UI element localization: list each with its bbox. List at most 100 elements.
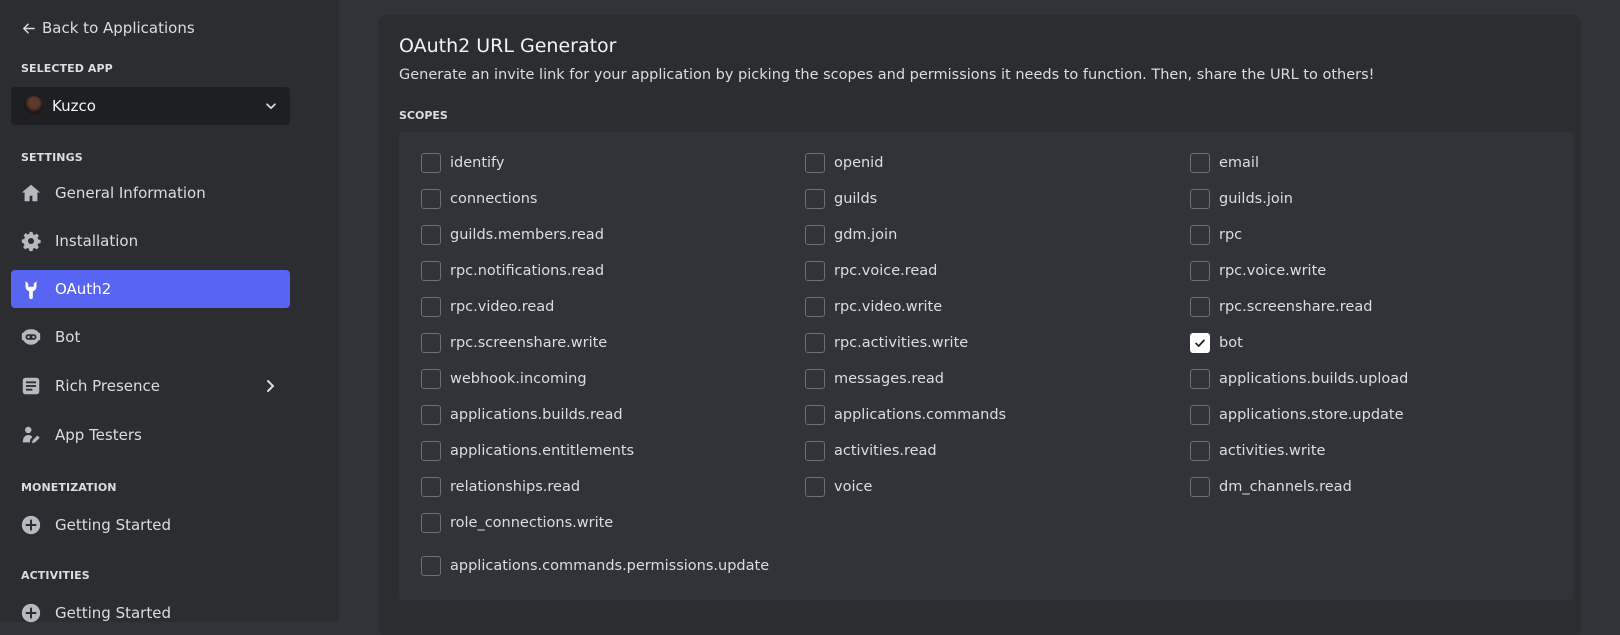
scope-label: applications.builds.read bbox=[450, 407, 623, 423]
sidebar-item-rich-presence[interactable]: Rich Presence bbox=[11, 367, 290, 405]
sidebar-item-app-testers[interactable]: App Testers bbox=[11, 416, 290, 454]
sidebar-item-installation[interactable]: Installation bbox=[11, 222, 290, 260]
scope-checkbox[interactable]: webhook.incoming bbox=[421, 367, 587, 391]
scopes-header: SCOPES bbox=[399, 109, 448, 122]
scope-label: rpc.notifications.read bbox=[450, 263, 605, 279]
checkbox-unchecked[interactable] bbox=[805, 225, 825, 245]
scope-checkbox[interactable]: email bbox=[1190, 151, 1259, 175]
checkbox-unchecked[interactable] bbox=[421, 556, 441, 576]
scope-checkbox[interactable]: applications.commands.permissions.update bbox=[421, 554, 769, 578]
sidebar-item-label: App Testers bbox=[55, 426, 142, 444]
checkbox-unchecked[interactable] bbox=[421, 369, 441, 389]
scope-label: dm_channels.read bbox=[1219, 479, 1352, 495]
scope-label: rpc.activities.write bbox=[834, 335, 969, 351]
checkbox-unchecked[interactable] bbox=[805, 441, 825, 461]
scope-label: bot bbox=[1219, 335, 1243, 351]
activities-header: ACTIVITIES bbox=[21, 569, 90, 582]
checkbox-unchecked[interactable] bbox=[805, 369, 825, 389]
settings-header: SETTINGS bbox=[21, 151, 83, 164]
scope-label: rpc.screenshare.read bbox=[1219, 299, 1373, 315]
scope-checkbox[interactable]: gdm.join bbox=[805, 223, 897, 247]
checkbox-unchecked[interactable] bbox=[805, 477, 825, 497]
scope-checkbox[interactable]: rpc.activities.write bbox=[805, 331, 968, 355]
checkbox-unchecked[interactable] bbox=[1190, 153, 1210, 173]
sidebar-item-activities-getting-started[interactable]: Getting Started bbox=[11, 594, 290, 632]
checkbox-checked[interactable] bbox=[1190, 333, 1210, 353]
scope-checkbox[interactable]: activities.read bbox=[805, 439, 937, 463]
scope-checkbox[interactable]: guilds bbox=[805, 187, 877, 211]
scope-checkbox[interactable]: rpc.voice.read bbox=[805, 259, 937, 283]
checkmark-icon bbox=[1195, 339, 1205, 347]
checkbox-unchecked[interactable] bbox=[1190, 189, 1210, 209]
scope-checkbox[interactable]: guilds.join bbox=[1190, 187, 1293, 211]
scope-checkbox[interactable]: messages.read bbox=[805, 367, 944, 391]
scope-checkbox[interactable]: rpc.voice.write bbox=[1190, 259, 1326, 283]
scope-label: connections bbox=[450, 191, 538, 207]
plus-circle-icon bbox=[19, 513, 43, 537]
checkbox-unchecked[interactable] bbox=[805, 333, 825, 353]
checkbox-unchecked[interactable] bbox=[805, 189, 825, 209]
scope-checkbox[interactable]: activities.write bbox=[1190, 439, 1325, 463]
scope-label: applications.store.update bbox=[1219, 407, 1404, 423]
checkbox-unchecked[interactable] bbox=[421, 297, 441, 317]
checkbox-unchecked[interactable] bbox=[421, 405, 441, 425]
checkbox-unchecked[interactable] bbox=[421, 189, 441, 209]
scope-checkbox[interactable]: rpc.screenshare.write bbox=[421, 331, 607, 355]
app-selector-dropdown[interactable]: Kuzco bbox=[11, 87, 290, 125]
checkbox-unchecked[interactable] bbox=[1190, 297, 1210, 317]
scope-checkbox[interactable]: openid bbox=[805, 151, 883, 175]
checkbox-unchecked[interactable] bbox=[421, 333, 441, 353]
checkbox-unchecked[interactable] bbox=[805, 261, 825, 281]
checkbox-unchecked[interactable] bbox=[421, 441, 441, 461]
scope-label: activities.write bbox=[1219, 443, 1326, 459]
scope-checkbox[interactable]: guilds.members.read bbox=[421, 223, 604, 247]
checkbox-unchecked[interactable] bbox=[421, 513, 441, 533]
scope-checkbox[interactable]: connections bbox=[421, 187, 537, 211]
scope-label: rpc bbox=[1219, 227, 1243, 243]
scope-checkbox[interactable]: rpc bbox=[1190, 223, 1242, 247]
checkbox-unchecked[interactable] bbox=[421, 477, 441, 497]
scope-checkbox[interactable]: relationships.read bbox=[421, 475, 580, 499]
checkbox-unchecked[interactable] bbox=[1190, 441, 1210, 461]
scopes-checkbox-grid: identify openid email connections guilds guil… bbox=[399, 132, 1574, 600]
page-description: Generate an invite link for your applica… bbox=[399, 67, 1375, 83]
checkbox-unchecked[interactable] bbox=[805, 405, 825, 425]
checkbox-unchecked[interactable] bbox=[1190, 369, 1210, 389]
checkbox-unchecked[interactable] bbox=[421, 261, 441, 281]
wrench-icon bbox=[19, 277, 43, 301]
checkbox-unchecked[interactable] bbox=[805, 297, 825, 317]
app-testers-icon bbox=[19, 423, 43, 447]
scope-checkbox[interactable]: rpc.notifications.read bbox=[421, 259, 604, 283]
scope-checkbox[interactable]: rpc.video.read bbox=[421, 295, 554, 319]
scope-checkbox[interactable]: applications.builds.read bbox=[421, 403, 623, 427]
scope-checkbox[interactable]: bot bbox=[1190, 331, 1243, 355]
checkbox-unchecked[interactable] bbox=[1190, 477, 1210, 497]
checkbox-unchecked[interactable] bbox=[1190, 405, 1210, 425]
checkbox-unchecked[interactable] bbox=[421, 153, 441, 173]
checkbox-unchecked[interactable] bbox=[421, 225, 441, 245]
scope-label: voice bbox=[834, 479, 873, 495]
sidebar-item-label: Getting Started bbox=[55, 604, 171, 622]
checkbox-unchecked[interactable] bbox=[805, 153, 825, 173]
scope-checkbox[interactable]: applications.store.update bbox=[1190, 403, 1404, 427]
plus-circle-icon bbox=[19, 601, 43, 625]
scope-checkbox[interactable]: identify bbox=[421, 151, 505, 175]
scope-checkbox[interactable]: applications.commands bbox=[805, 403, 1006, 427]
scope-checkbox[interactable]: dm_channels.read bbox=[1190, 475, 1352, 499]
checkbox-unchecked[interactable] bbox=[1190, 225, 1210, 245]
sidebar-item-bot[interactable]: Bot bbox=[11, 318, 290, 356]
checkbox-unchecked[interactable] bbox=[1190, 261, 1210, 281]
scope-checkbox[interactable]: applications.entitlements bbox=[421, 439, 634, 463]
scope-label: activities.read bbox=[834, 443, 937, 459]
scope-checkbox[interactable]: rpc.screenshare.read bbox=[1190, 295, 1372, 319]
scope-checkbox[interactable]: applications.builds.upload bbox=[1190, 367, 1408, 391]
back-to-applications-link[interactable]: Back to Applications bbox=[21, 17, 195, 39]
scope-checkbox[interactable]: role_connections.write bbox=[421, 511, 613, 535]
scope-checkbox[interactable]: rpc.video.write bbox=[805, 295, 942, 319]
sidebar-item-general-information[interactable]: General Information bbox=[11, 174, 290, 212]
sidebar-item-monetization-getting-started[interactable]: Getting Started bbox=[11, 506, 290, 544]
scope-checkbox[interactable]: voice bbox=[805, 475, 872, 499]
sidebar-item-oauth2[interactable]: OAuth2 bbox=[11, 270, 290, 308]
sidebar-item-label: Getting Started bbox=[55, 516, 171, 534]
sidebar: Back to Applications SELECTED APP Kuzco … bbox=[0, 0, 339, 623]
